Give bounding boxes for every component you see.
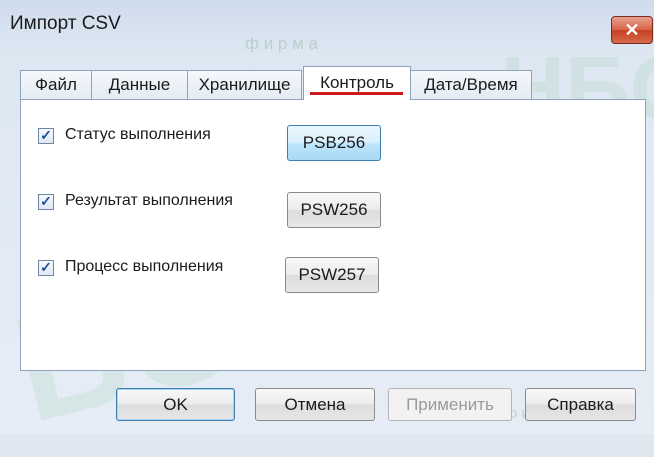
ok-button[interactable]: OK <box>116 388 235 421</box>
execution-result-address-button[interactable]: PSW256 <box>287 192 381 228</box>
execution-process-checkbox[interactable]: ✓ <box>38 259 54 276</box>
execution-status-label: Статус выполнения <box>65 126 211 143</box>
checkmark-icon: ✓ <box>40 193 52 209</box>
active-tab-underline <box>310 92 403 95</box>
window-title: Импорт CSV <box>10 13 121 34</box>
tab-datetime[interactable]: Дата/Время <box>410 70 532 99</box>
import-csv-dialog: ф и р м а НБО БОРИКА ф и р м а Импорт CS… <box>0 0 654 454</box>
close-button[interactable]: ✕ <box>611 16 653 44</box>
apply-button[interactable]: Применить <box>388 388 512 421</box>
tab-strip: Файл Данные Хранилище Контроль Дата/Врем… <box>20 66 540 100</box>
row-execution-status: ✓ Статус выполнения <box>38 126 238 148</box>
cancel-button[interactable]: Отмена <box>255 388 375 421</box>
tab-data[interactable]: Данные <box>91 70 188 99</box>
execution-result-label: Результат выполнения <box>65 192 233 209</box>
row-execution-process: ✓ Процесс выполнения <box>38 258 258 280</box>
execution-process-address-button[interactable]: PSW257 <box>285 257 379 293</box>
execution-status-checkbox[interactable]: ✓ <box>38 127 54 144</box>
checkmark-icon: ✓ <box>40 259 52 275</box>
title-bar: Импорт CSV ✕ <box>0 0 654 54</box>
tab-storage[interactable]: Хранилище <box>187 70 302 99</box>
row-execution-result: ✓ Результат выполнения <box>38 192 278 214</box>
execution-process-label: Процесс выполнения <box>65 258 224 275</box>
help-button[interactable]: Справка <box>525 388 636 421</box>
execution-result-checkbox[interactable]: ✓ <box>38 193 54 210</box>
execution-status-address-button[interactable]: PSB256 <box>287 125 381 161</box>
tab-file[interactable]: Файл <box>20 70 92 99</box>
close-icon: ✕ <box>624 20 640 40</box>
checkmark-icon: ✓ <box>40 127 52 143</box>
